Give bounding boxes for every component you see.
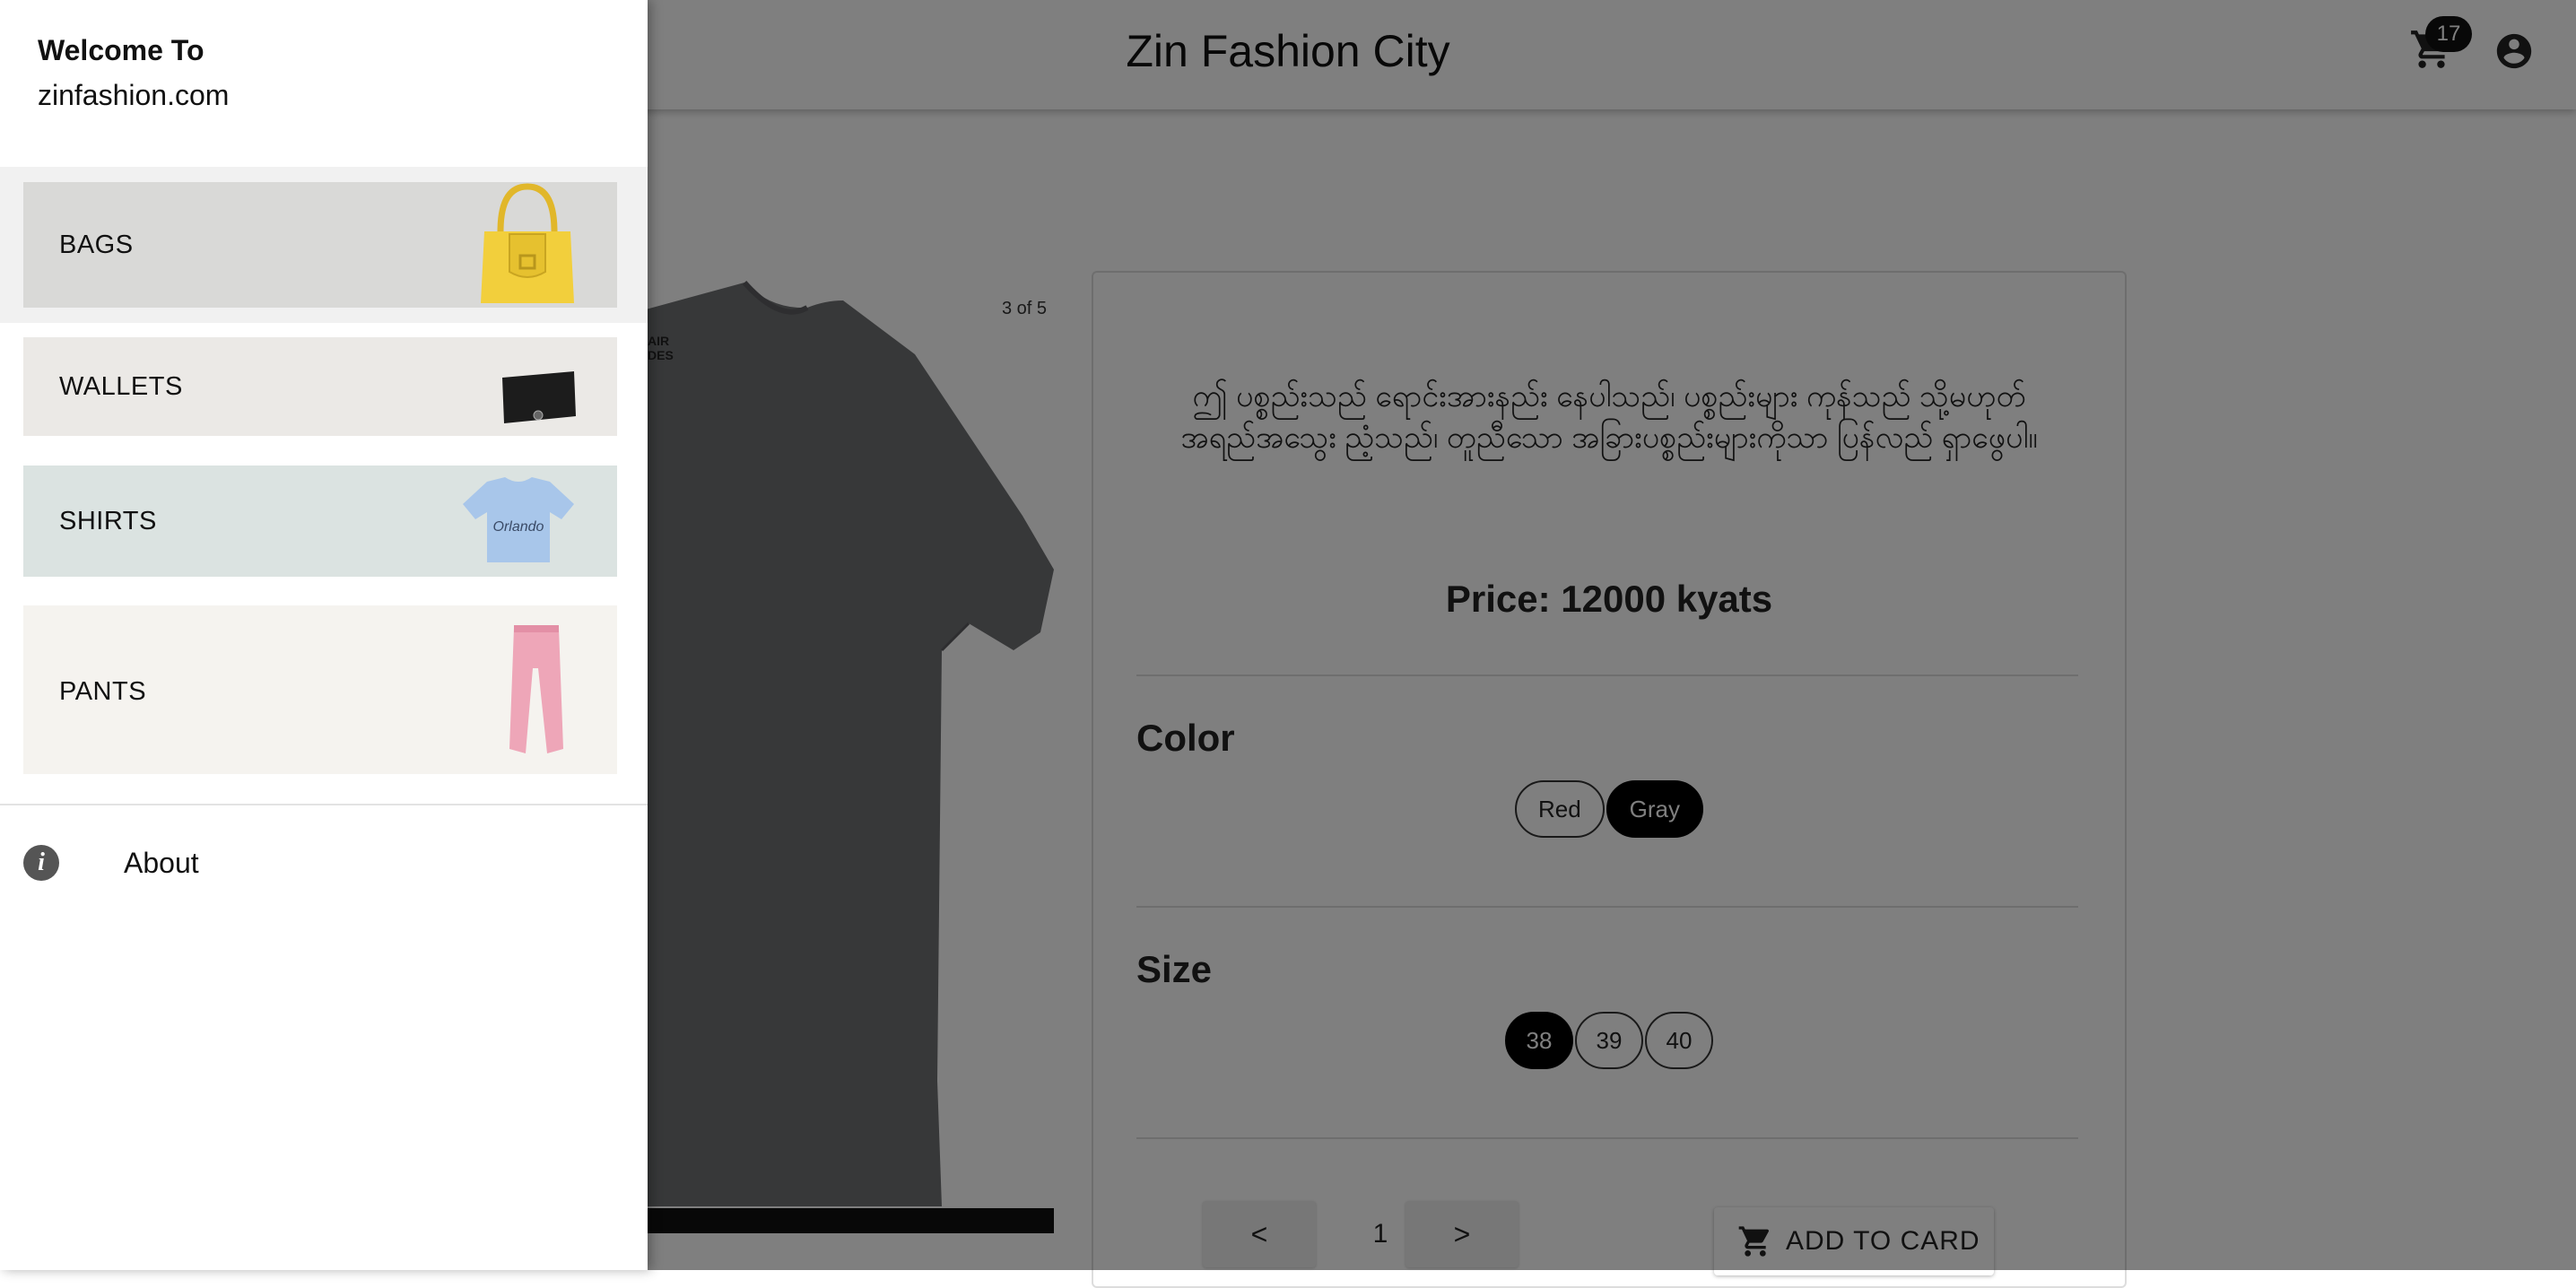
pants-image	[509, 625, 563, 753]
category-shirts[interactable]: SHIRTS Orlando	[23, 466, 617, 577]
category-label: SHIRTS	[59, 507, 157, 535]
category-label: PANTS	[59, 677, 147, 706]
category-bags[interactable]: BAGS	[23, 182, 617, 308]
bag-image	[481, 183, 574, 303]
about-menu-item[interactable]: i About	[0, 834, 648, 892]
site-name: zinfashion.com	[38, 79, 230, 111]
category-label: BAGS	[59, 231, 134, 259]
category-pants[interactable]: PANTS	[23, 605, 617, 774]
about-label: About	[124, 847, 199, 879]
svg-text:Orlando: Orlando	[493, 519, 544, 535]
category-wallets[interactable]: WALLETS	[23, 337, 617, 436]
category-label: WALLETS	[59, 372, 183, 401]
wallet-image	[502, 371, 576, 423]
shirt-image: Orlando	[463, 477, 574, 562]
info-icon: i	[23, 845, 59, 881]
drawer-divider	[0, 804, 648, 805]
navigation-drawer: Welcome To zinfashion.com BAGS WALLETS S…	[0, 0, 648, 1270]
welcome-heading: Welcome To	[38, 34, 205, 66]
